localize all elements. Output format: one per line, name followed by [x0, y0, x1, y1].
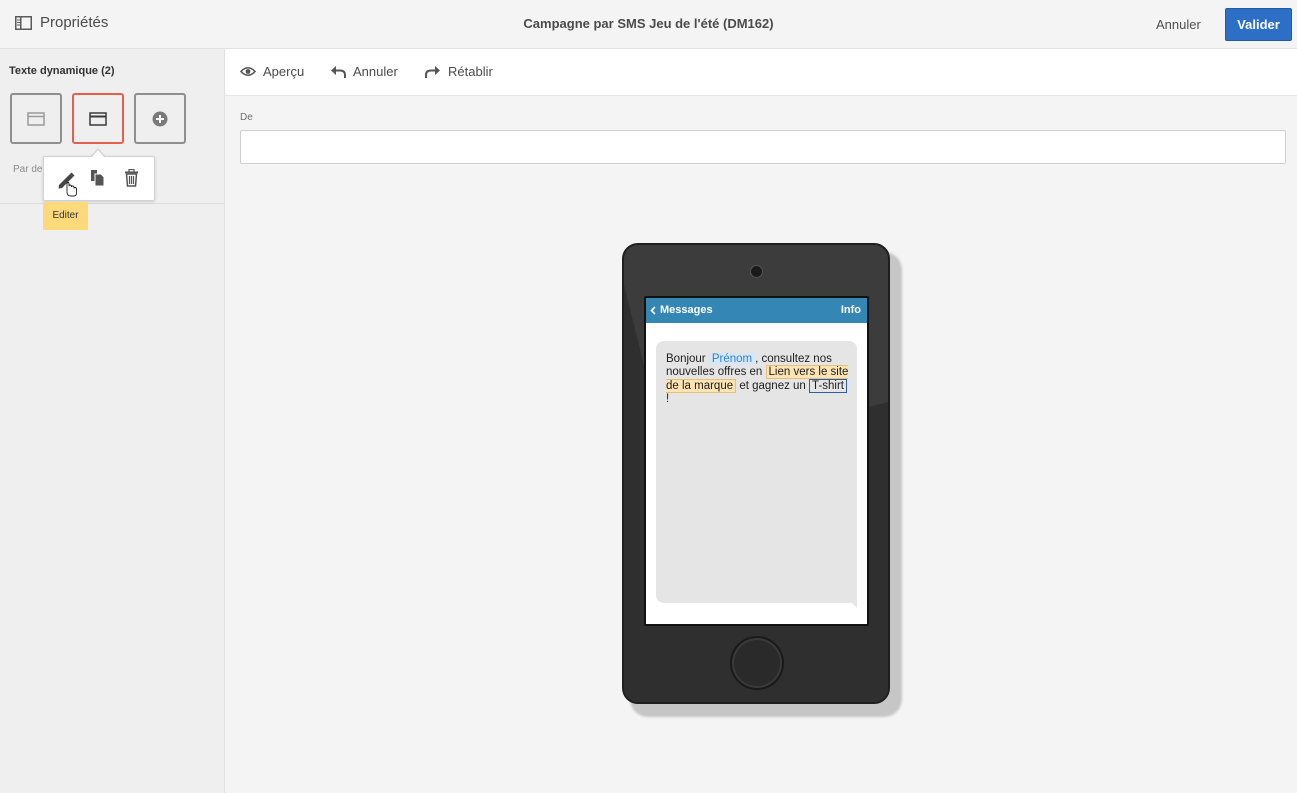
- top-bar: Propriétés Campagne par SMS Jeu de l'été…: [0, 0, 1297, 49]
- sms-bubble[interactable]: Bonjour Prénom, consultez nos nouvelles …: [656, 341, 857, 603]
- messages-header: Messages Info: [646, 298, 867, 323]
- camera-icon: [750, 265, 763, 278]
- content-block-icon: [89, 111, 107, 126]
- dynamic-text-variant-2[interactable]: [72, 93, 124, 144]
- home-button: [730, 636, 784, 690]
- variant-actions-popover: [43, 156, 155, 201]
- back-to-messages[interactable]: Messages: [650, 304, 713, 316]
- cancel-button[interactable]: Annuler: [1156, 17, 1201, 32]
- delete-icon[interactable]: [124, 168, 139, 192]
- info-link[interactable]: Info: [841, 304, 861, 316]
- content-block-icon: [27, 111, 45, 126]
- from-label: De: [240, 112, 253, 123]
- add-circle-icon: [152, 111, 168, 126]
- messages-label: Messages: [660, 304, 713, 316]
- dynamic-text-tag[interactable]: T-shirt: [809, 378, 847, 393]
- message-text: !: [666, 393, 670, 406]
- dynamic-text-title: Texte dynamique (2): [9, 65, 115, 77]
- bubble-tail: [843, 594, 857, 608]
- sms-message: Bonjour Prénom, consultez nos nouvelles …: [666, 353, 852, 407]
- message-text: et gagnez un: [736, 379, 810, 392]
- panel-sub-label: Par de: [13, 164, 43, 175]
- duplicate-icon[interactable]: [90, 169, 106, 192]
- editor-toolbar: Aperçu Annuler Rétablir: [225, 49, 1297, 96]
- validate-button[interactable]: Valider: [1225, 8, 1292, 41]
- properties-panel: Texte dynamique (2) Par de Editer: [0, 49, 225, 793]
- redo-button[interactable]: Rétablir: [425, 64, 493, 79]
- undo-button[interactable]: Annuler: [330, 64, 398, 79]
- edit-icon[interactable]: [57, 169, 77, 204]
- eye-icon: [240, 66, 256, 77]
- page-title: Campagne par SMS Jeu de l'été (DM162): [523, 16, 774, 31]
- preview-label: Aperçu: [263, 64, 305, 79]
- undo-label: Annuler: [353, 64, 398, 79]
- popover-arrow-fill: [91, 150, 105, 158]
- add-variant-button[interactable]: [134, 93, 186, 144]
- phone-screen: Messages Info Bonjour Prénom, consultez …: [644, 296, 869, 626]
- undo-icon: [331, 65, 346, 78]
- divider: [0, 203, 224, 204]
- dynamic-text-variant-1[interactable]: [10, 93, 62, 144]
- redo-label: Rétablir: [448, 64, 493, 79]
- phone-preview: Messages Info Bonjour Prénom, consultez …: [622, 243, 890, 704]
- chevron-left-icon: [650, 305, 656, 315]
- message-text: Bonjour: [666, 353, 709, 365]
- redo-icon: [425, 65, 440, 78]
- preview-button[interactable]: Aperçu: [240, 64, 304, 79]
- from-field[interactable]: [240, 130, 1286, 164]
- first-name-field[interactable]: Prénom: [708, 353, 756, 365]
- edit-tooltip: Editer: [43, 202, 88, 230]
